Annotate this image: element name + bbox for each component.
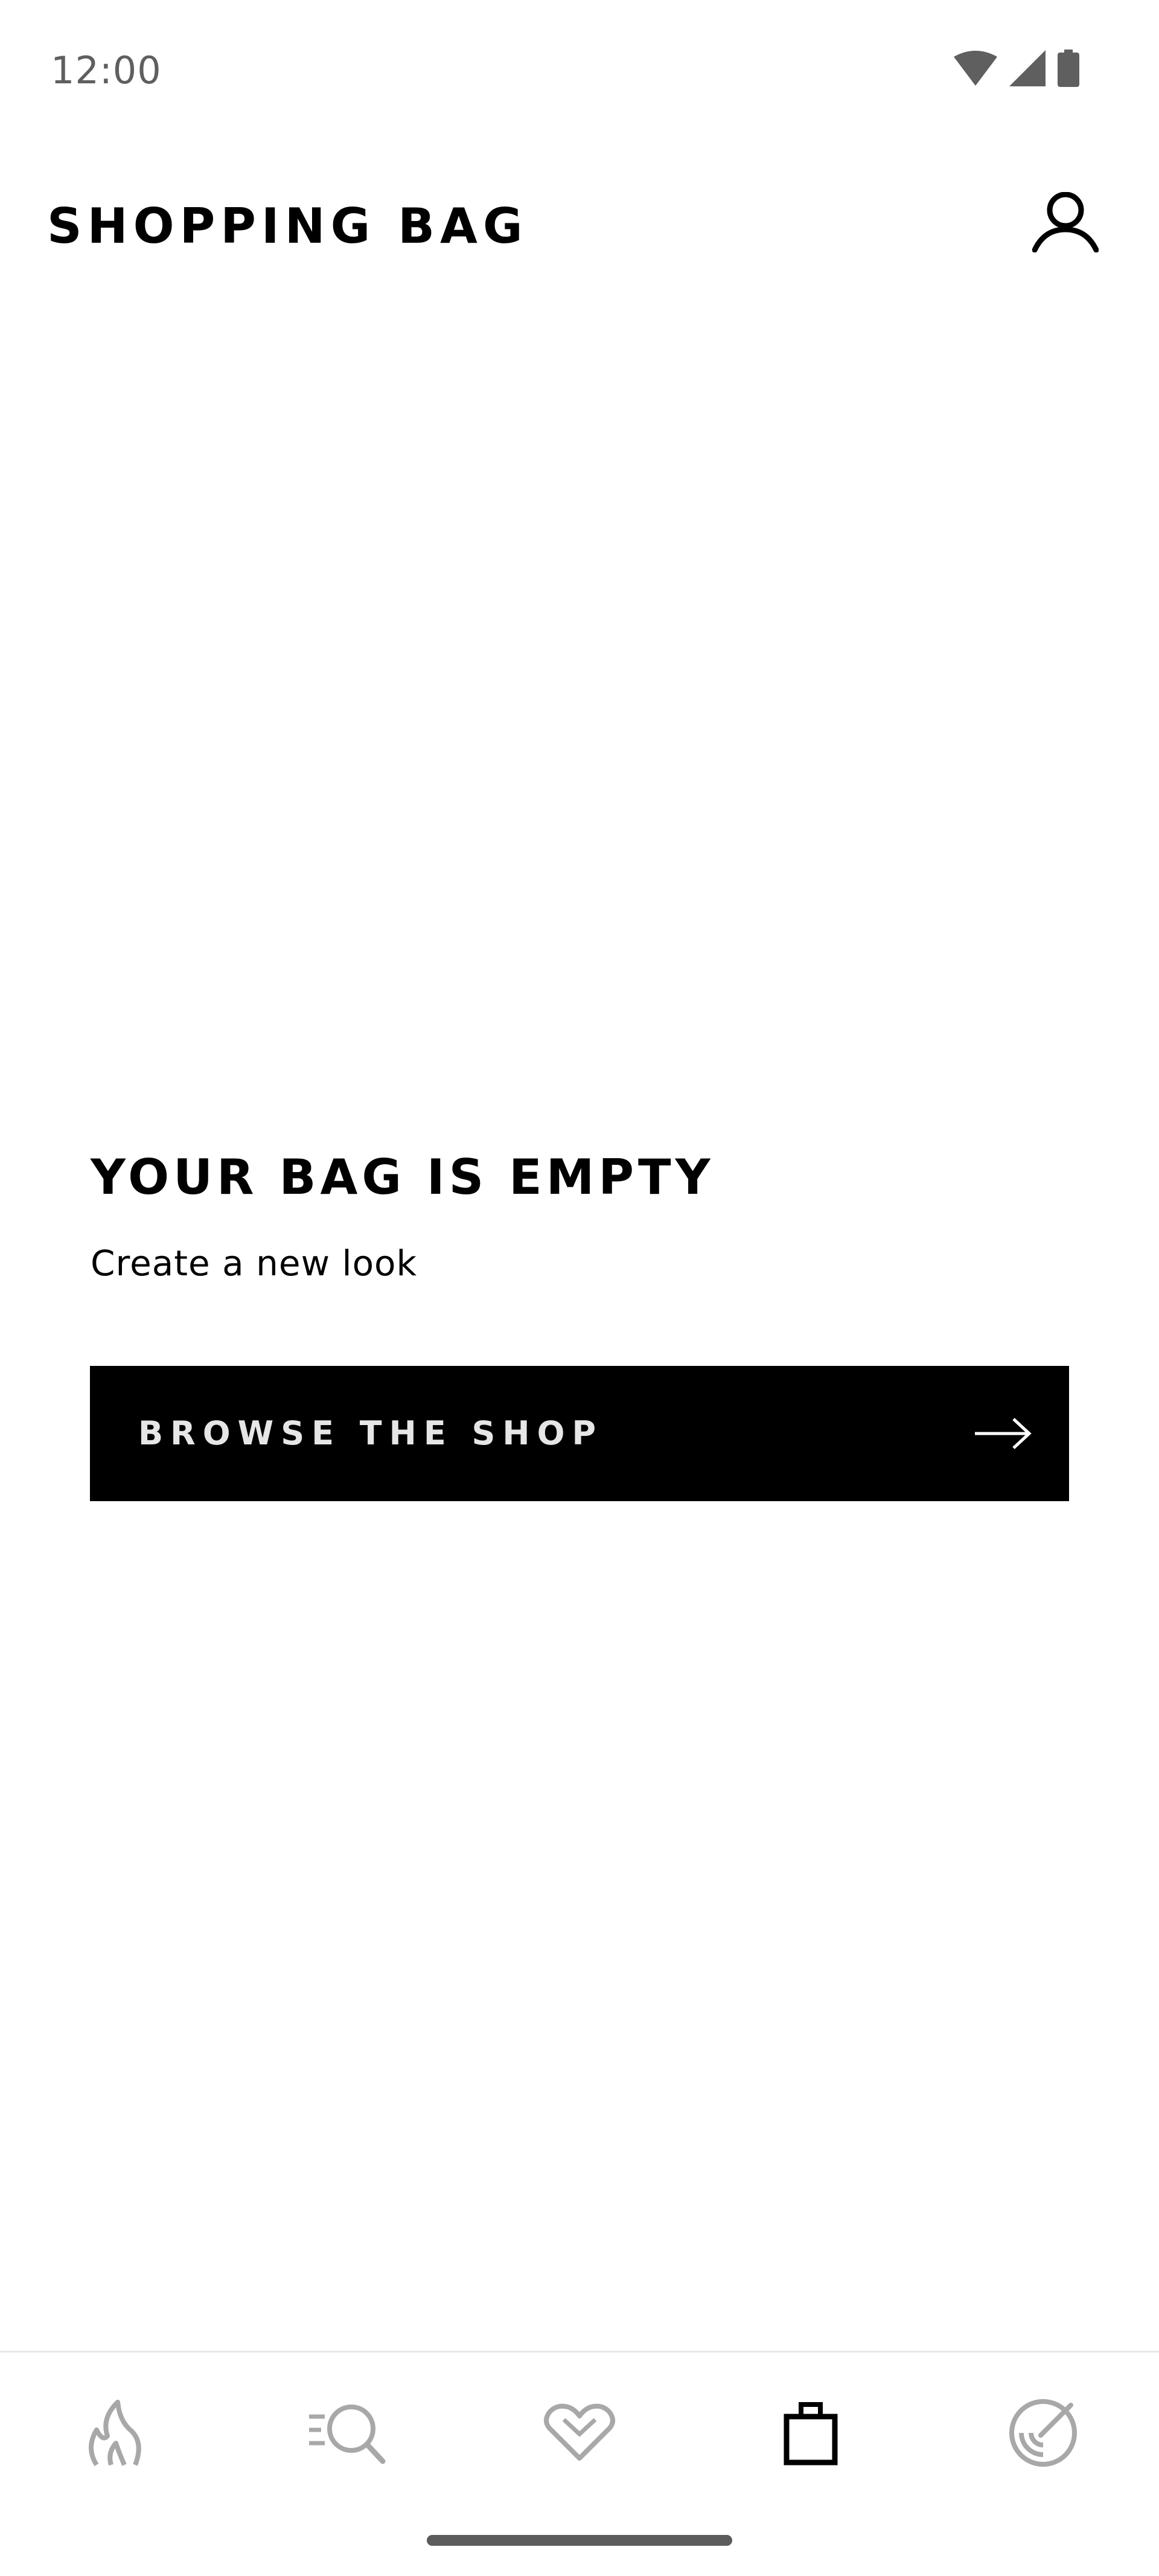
page-title: SHOPPING BAG <box>47 198 528 254</box>
nav-item-search[interactable] <box>289 2389 409 2479</box>
person-icon <box>1032 191 1099 255</box>
nav-item-wishlist[interactable] <box>519 2389 640 2479</box>
search-icon <box>307 2400 391 2469</box>
status-icons <box>954 50 1079 89</box>
account-button[interactable] <box>1026 187 1105 260</box>
browse-button-label: BROWSE THE SHOP <box>138 1414 604 1452</box>
flame-icon <box>85 2400 145 2469</box>
home-indicator[interactable] <box>427 2535 732 2546</box>
status-bar: 12:00 <box>0 0 1159 139</box>
browse-the-shop-button[interactable]: BROWSE THE SHOP <box>90 1366 1069 1501</box>
empty-state: YOUR BAG IS EMPTY Create a new look <box>91 1153 1068 1284</box>
battery-icon <box>1058 50 1079 89</box>
cellular-signal-icon <box>1009 50 1046 89</box>
shopping-bag-icon <box>781 2400 841 2469</box>
nav-item-bag[interactable] <box>750 2389 871 2479</box>
heart-icon <box>543 2403 616 2465</box>
nav-item-trending[interactable] <box>54 2389 175 2479</box>
empty-state-subtitle: Create a new look <box>91 1243 418 1284</box>
empty-state-title: YOUR BAG IS EMPTY <box>91 1149 715 1205</box>
header: SHOPPING BAG <box>0 181 1159 278</box>
nav-item-radar[interactable] <box>983 2389 1103 2479</box>
radar-icon <box>1007 2397 1079 2472</box>
status-time: 12:00 <box>51 48 162 92</box>
wifi-icon <box>954 51 997 88</box>
arrow-right-icon <box>974 1409 1032 1460</box>
